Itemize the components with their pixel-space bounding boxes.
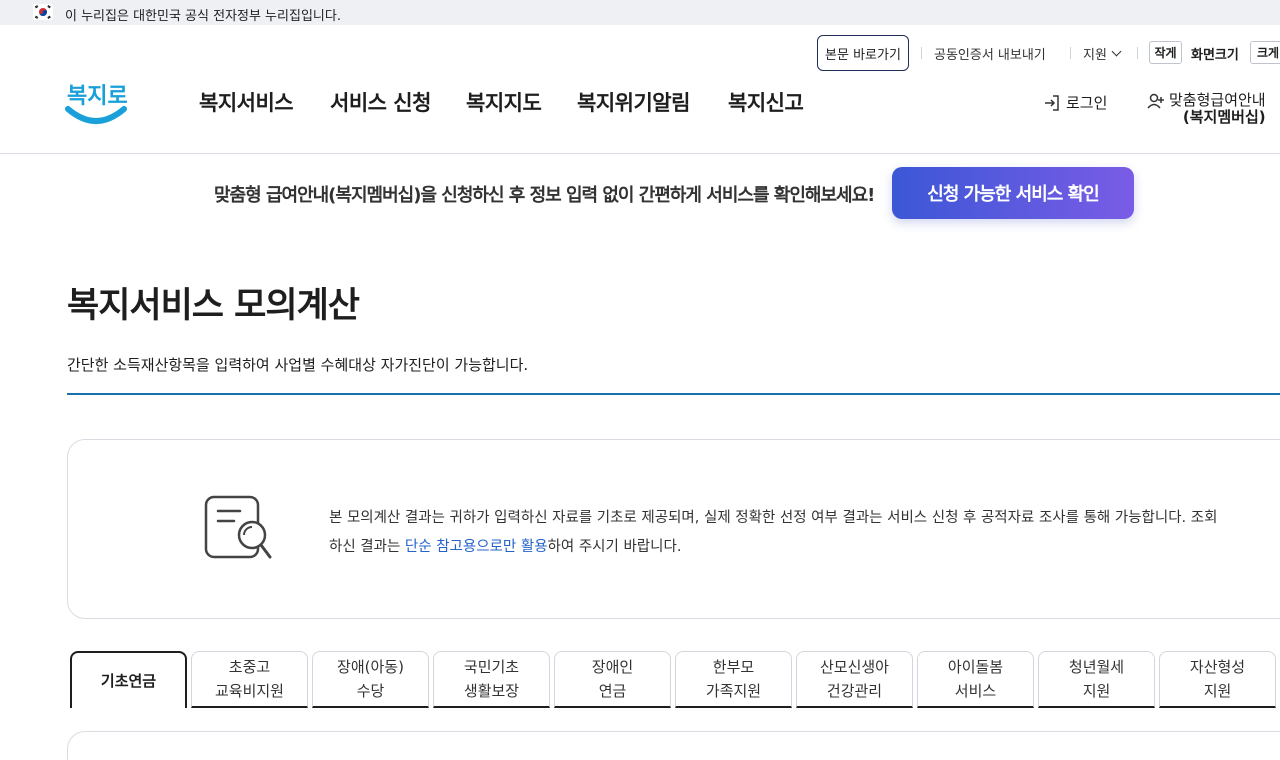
member-label: 맞춤형급여안내 (복지멤버십): [1169, 92, 1266, 126]
util-divider: [921, 47, 922, 59]
page-description: 간단한 소득재산항목을 입력하여 사업별 수혜대상 자가진단이 가능합니다.: [67, 356, 529, 374]
font-size-large-button[interactable]: 크게: [1250, 41, 1280, 64]
util-divider: [1137, 47, 1138, 59]
tab-disability-pension[interactable]: 장애인 연금: [554, 651, 671, 708]
member-label-line2: (복지멤버십): [1182, 108, 1266, 126]
tab-basic-pension[interactable]: 기초연금: [70, 651, 187, 708]
calculator-panel: [67, 731, 1280, 760]
tab-label: 초중고 교육비지원: [214, 658, 284, 700]
member-label-line1: 맞춤형급여안내: [1169, 91, 1266, 109]
font-size-label: 화면크기: [1191, 48, 1239, 63]
notice-highlight: 단순 참고용으로만 활용: [404, 539, 548, 555]
tab-label: 장애인 연금: [591, 658, 634, 700]
notice-text: 본 모의계산 결과는 귀하가 입력하신 자료를 기초로 제공되며, 실제 정확한…: [329, 504, 1224, 562]
cert-export-link[interactable]: 공동인증서 내보내기: [934, 35, 1046, 71]
gov-banner: 이 누리집은 대한민국 공식 전자정부 누리집입니다.: [0, 0, 1280, 25]
gnb-service-apply[interactable]: 서비스 신청: [330, 87, 431, 117]
page-title: 복지서비스 모의계산: [67, 286, 360, 326]
chevron-down-icon: [1111, 46, 1122, 56]
font-size-small-button[interactable]: 작게: [1149, 41, 1182, 64]
login-label: 로그인: [1066, 94, 1108, 112]
login-link[interactable]: 로그인: [1043, 92, 1107, 113]
bokjiro-logo[interactable]: 복지로: [65, 73, 127, 127]
tab-maternal-newborn-care[interactable]: 산모신생아 건강관리: [796, 651, 913, 708]
tab-label: 기초연금: [100, 671, 157, 690]
user-add-icon: [1147, 93, 1164, 109]
document-search-icon: [204, 495, 272, 559]
support-label: 지원: [1083, 47, 1107, 63]
tab-label: 아이돌봄 서비스: [947, 658, 1004, 700]
tab-asset-building-support[interactable]: 자산형성 지원: [1159, 651, 1276, 708]
member-benefit-link[interactable]: 맞춤형급여안내 (복지멤버십): [1147, 92, 1266, 126]
title-divider: [67, 393, 1280, 395]
gnb-welfare-map[interactable]: 복지지도: [466, 87, 542, 117]
gnb-welfare-report[interactable]: 복지신고: [728, 87, 804, 117]
tab-single-parent-support[interactable]: 한부모 가족지원: [675, 651, 792, 708]
tab-youth-rent-support[interactable]: 청년월세 지원: [1038, 651, 1155, 708]
tab-school-education-cost[interactable]: 초중고 교육비지원: [191, 651, 308, 708]
tab-label: 한부모 가족지원: [705, 658, 762, 700]
login-icon: [1045, 94, 1059, 111]
korea-flag-icon: [33, 4, 53, 20]
tab-label: 청년월세 지원: [1068, 658, 1125, 700]
gnb-welfare-crisis-alert[interactable]: 복지위기알림: [577, 87, 690, 117]
util-divider: [1070, 47, 1071, 59]
support-menu[interactable]: 지원: [1083, 35, 1122, 71]
gov-banner-text: 이 누리집은 대한민국 공식 전자정부 누리집입니다.: [65, 9, 341, 24]
tab-label: 국민기초 생활보장: [463, 658, 520, 700]
check-available-services-button[interactable]: 신청 가능한 서비스 확인: [892, 167, 1134, 219]
tab-label: 장애(아동) 수당: [337, 658, 404, 700]
gnb-welfare-services[interactable]: 복지서비스: [199, 87, 294, 117]
site-header: 본문 바로가기 공동인증서 내보내기 지원 작게 화면크기 크게 복지로 복지서…: [0, 25, 1280, 154]
logo-text: 복지로: [67, 84, 127, 109]
tab-disability-child-allowance[interactable]: 장애(아동) 수당: [312, 651, 429, 708]
tab-child-care-service[interactable]: 아이돌봄 서비스: [917, 651, 1034, 708]
tab-label: 산모신생아 건강관리: [819, 658, 889, 700]
skip-to-content-button[interactable]: 본문 바로가기: [817, 35, 909, 71]
promo-text: 맞춤형 급여안내(복지멤버십)을 신청하신 후 정보 입력 없이 간편하게 서비…: [214, 185, 875, 206]
tab-label: 자산형성 지원: [1189, 658, 1246, 700]
tab-basic-livelihood[interactable]: 국민기초 생활보장: [433, 651, 550, 708]
notice-text-after: 하여 주시기 바랍니다.: [547, 539, 682, 555]
